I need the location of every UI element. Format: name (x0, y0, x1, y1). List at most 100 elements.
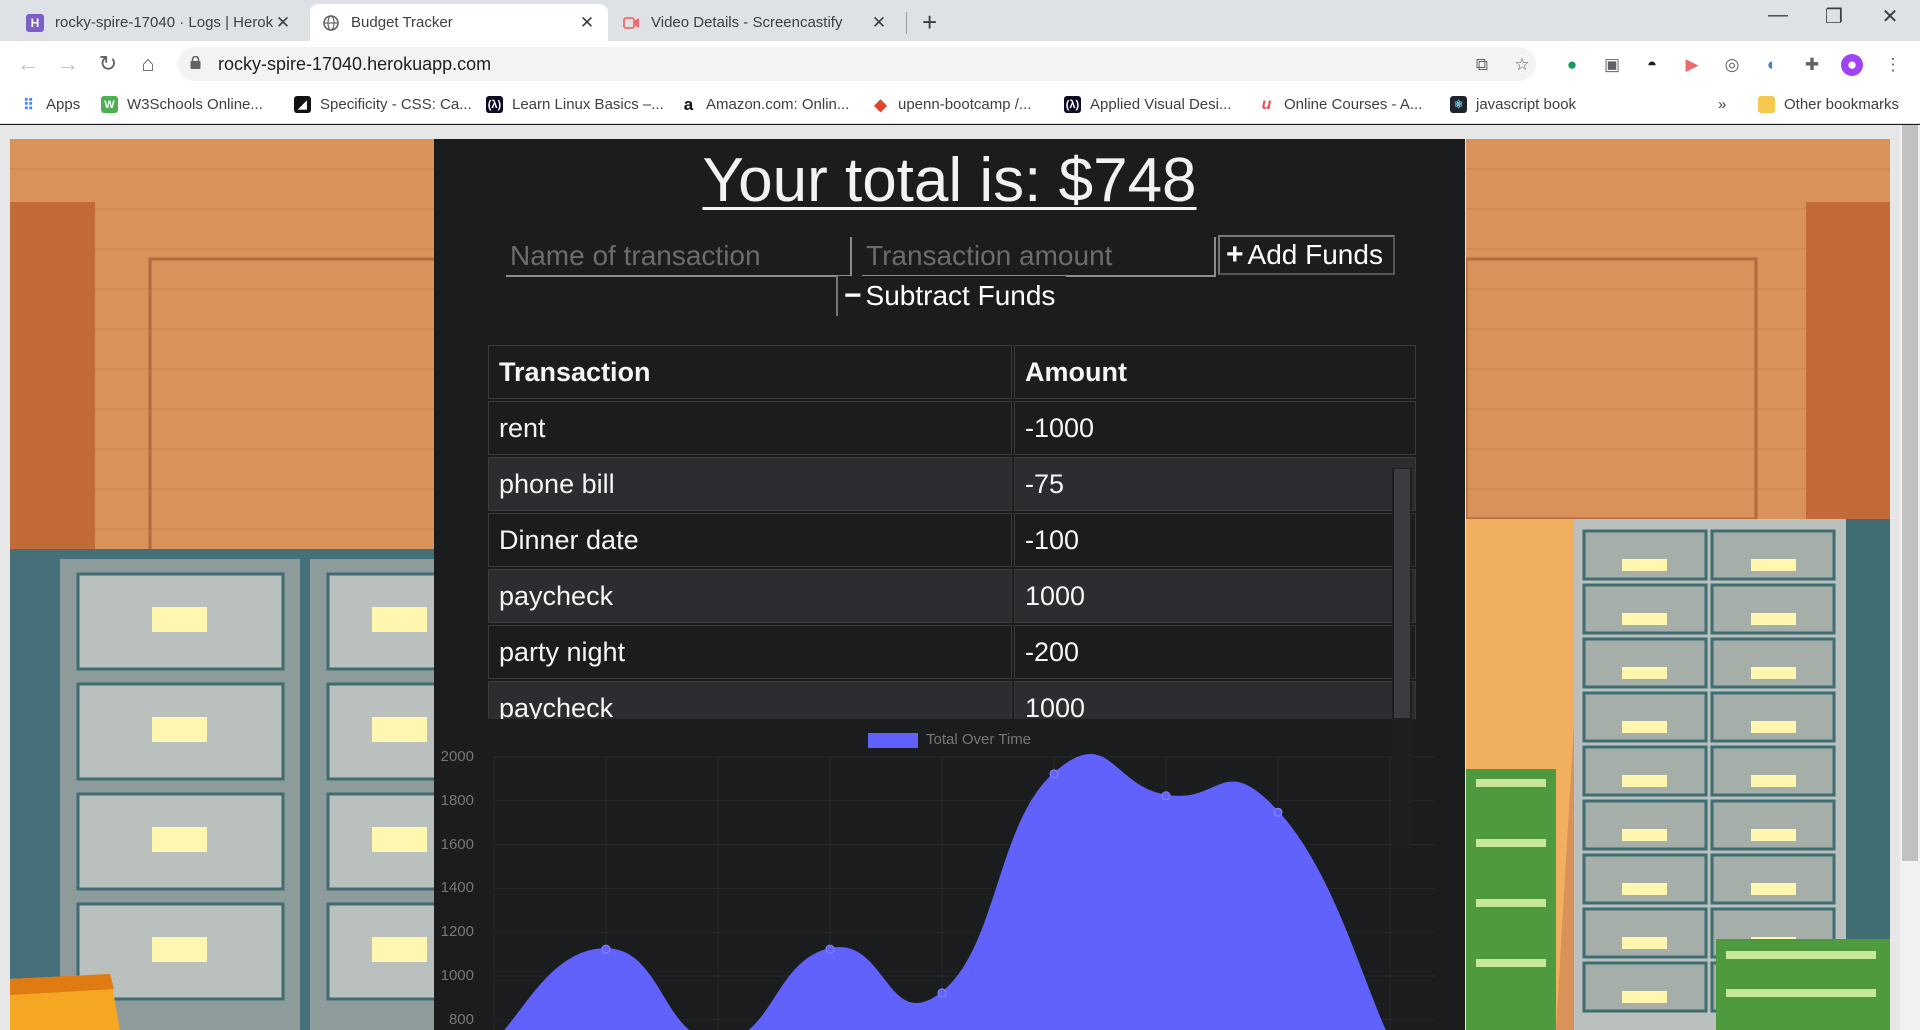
bookmark-specificity[interactable]: ◢ Specificity - CSS: Ca... (294, 96, 472, 113)
transaction-name-cell: Dinner date (488, 513, 1012, 567)
react-icon: ⚛ (1450, 96, 1467, 113)
transaction-amount-cell: -75 (1014, 457, 1416, 511)
table-row: party night -200 (488, 625, 1416, 679)
budget-tracker-app: Your total is: $748 + Add Funds − Subtra… (434, 139, 1465, 1030)
bookmark-label: upenn-bootcamp /... (898, 96, 1032, 113)
bookmark-gitlab[interactable]: ◆ upenn-bootcamp /... (872, 96, 1032, 114)
tab-budget-tracker[interactable]: Budget Tracker ✕ (310, 4, 608, 41)
extension-circle-icon[interactable]: ◎ (1721, 54, 1743, 76)
bookmarks-overflow-button[interactable]: » (1718, 96, 1726, 113)
transaction-amount-cell: 1000 (1014, 681, 1416, 723)
bookmark-apps[interactable]: ⠿ Apps (20, 96, 81, 114)
transactions-table: Transaction Amount rent -1000 phone bill… (486, 343, 1418, 723)
restore-button[interactable]: ❐ (1814, 4, 1854, 29)
tab-heroku-logs[interactable]: H rocky-spire-17040 · Logs | Heroku ✕ (14, 4, 304, 41)
bookmark-star-icon[interactable]: ☆ (1511, 54, 1533, 76)
menu-kebab-icon[interactable]: ⋮ (1882, 54, 1904, 76)
mdn-icon: ◢ (294, 96, 311, 113)
bookmark-label: W3Schools Online... (127, 96, 263, 113)
bookmark-label: javascript book (1476, 96, 1577, 113)
close-icon[interactable]: ✕ (578, 13, 596, 33)
page-viewport: Your total is: $748 + Add Funds − Subtra… (0, 125, 1920, 1030)
amazon-icon: a (683, 94, 694, 114)
window-close-button[interactable]: ✕ (1870, 4, 1910, 29)
browser-toolbar: ← → ↻ ⌂ rocky-spire-17040.herokuapp.com … (0, 41, 1920, 87)
data-point (1161, 791, 1171, 801)
back-button[interactable]: ← (14, 51, 42, 77)
data-point (1273, 807, 1283, 817)
other-bookmarks-folder[interactable]: Other bookmarks (1758, 96, 1899, 113)
transaction-name-cell: party night (488, 625, 1012, 679)
bookmark-applied-visual[interactable]: (λ) Applied Visual Desi... (1064, 96, 1231, 113)
transaction-name-input[interactable] (506, 237, 852, 277)
tab-screencastify[interactable]: Video Details - Screencastify ✕ (610, 4, 900, 41)
home-button[interactable]: ⌂ (134, 51, 162, 77)
page-scrollbar-thumb[interactable] (1902, 125, 1918, 861)
bookmark-label: Other bookmarks (1784, 96, 1900, 113)
data-point (1049, 769, 1059, 779)
minimize-button[interactable]: — (1758, 4, 1798, 27)
hangouts-extension-icon[interactable]: ● (1561, 54, 1583, 76)
screencastify-icon (622, 14, 640, 32)
transaction-amount-cell: -200 (1014, 625, 1416, 679)
bookmark-label: Apps (46, 96, 81, 113)
table-scrollbar-thumb[interactable] (1394, 469, 1410, 718)
transaction-name-cell: paycheck (488, 569, 1012, 623)
table-row: rent -1000 (488, 401, 1416, 455)
extension-r-icon[interactable]: ▣ (1601, 54, 1623, 76)
right-background-illustration (1466, 139, 1890, 1030)
bookmark-javascript-book[interactable]: ⚛ javascript book (1450, 96, 1576, 113)
extensions-puzzle-icon[interactable]: ✚ (1801, 54, 1823, 76)
transaction-amount-cell: -100 (1014, 513, 1416, 567)
bookmark-amazon[interactable]: a Amazon.com: Onlin... (680, 94, 850, 114)
w3schools-icon: W (101, 96, 118, 113)
screencastify-extension-icon[interactable]: ▶ (1681, 54, 1703, 76)
bookmark-label: Applied Visual Desi... (1090, 96, 1232, 113)
plus-icon: + (1226, 238, 1244, 271)
profile-avatar-icon[interactable]: ● (1841, 54, 1863, 76)
apps-grid-icon: ⠿ (23, 96, 34, 114)
total-over-time-chart: Total Over Time 2000 1800 1600 1400 1200 1000… (434, 719, 1465, 1030)
transaction-amount-cell: -1000 (1014, 401, 1416, 455)
url-text[interactable]: rocky-spire-17040.herokuapp.com (218, 54, 491, 75)
column-header-transaction: Transaction (488, 345, 1012, 399)
add-funds-button[interactable]: + Add Funds (1218, 235, 1395, 275)
table-row: phone bill -75 (488, 457, 1416, 511)
bookmark-w3schools[interactable]: W W3Schools Online... (101, 96, 263, 113)
bookmark-udemy[interactable]: u Online Courses - A... (1258, 95, 1423, 114)
spy-extension-icon[interactable]: ◓ (1641, 54, 1663, 76)
data-point (937, 988, 947, 998)
transaction-name-cell: rent (488, 401, 1012, 455)
open-in-app-icon[interactable]: ⧉ (1471, 54, 1493, 76)
tab-title: rocky-spire-17040 · Logs | Heroku (55, 14, 274, 31)
add-funds-label: Add Funds (1247, 239, 1383, 270)
column-header-amount: Amount (1014, 345, 1416, 399)
extension-blue-icon[interactable]: ◐ (1761, 54, 1783, 76)
freecodecamp-icon: (λ) (1064, 96, 1081, 113)
reload-button[interactable]: ↻ (94, 51, 122, 77)
freecodecamp-icon: (λ) (486, 96, 503, 113)
data-point (825, 944, 835, 954)
heroku-icon: H (26, 13, 44, 32)
left-background-illustration (10, 139, 434, 1030)
tab-strip: H rocky-spire-17040 · Logs | Heroku ✕ Bu… (0, 0, 1920, 41)
udemy-icon: u (1261, 95, 1272, 113)
close-icon[interactable]: ✕ (870, 13, 888, 33)
forward-button[interactable]: → (54, 51, 82, 77)
transactions-table-container[interactable]: Transaction Amount rent -1000 phone bill… (486, 343, 1438, 723)
table-row: paycheck 1000 (488, 681, 1416, 723)
chart-plot (493, 753, 1435, 1030)
transaction-amount-input[interactable] (862, 237, 1216, 277)
subtract-funds-button[interactable]: − Subtract Funds (836, 276, 1066, 316)
overflow-chevron-icon: » (1718, 96, 1727, 113)
lock-icon[interactable] (190, 56, 201, 69)
tab-title: Video Details - Screencastify (651, 14, 843, 31)
table-row: paycheck 1000 (488, 569, 1416, 623)
new-tab-button[interactable]: + (922, 7, 937, 38)
subtract-funds-label: Subtract Funds (865, 280, 1056, 311)
bookmark-label: Amazon.com: Onlin... (706, 96, 850, 113)
close-icon[interactable]: ✕ (274, 13, 292, 33)
bookmark-learn-linux[interactable]: (λ) Learn Linux Basics –... (486, 96, 664, 113)
table-row: Dinner date -100 (488, 513, 1416, 567)
globe-icon (322, 14, 340, 32)
